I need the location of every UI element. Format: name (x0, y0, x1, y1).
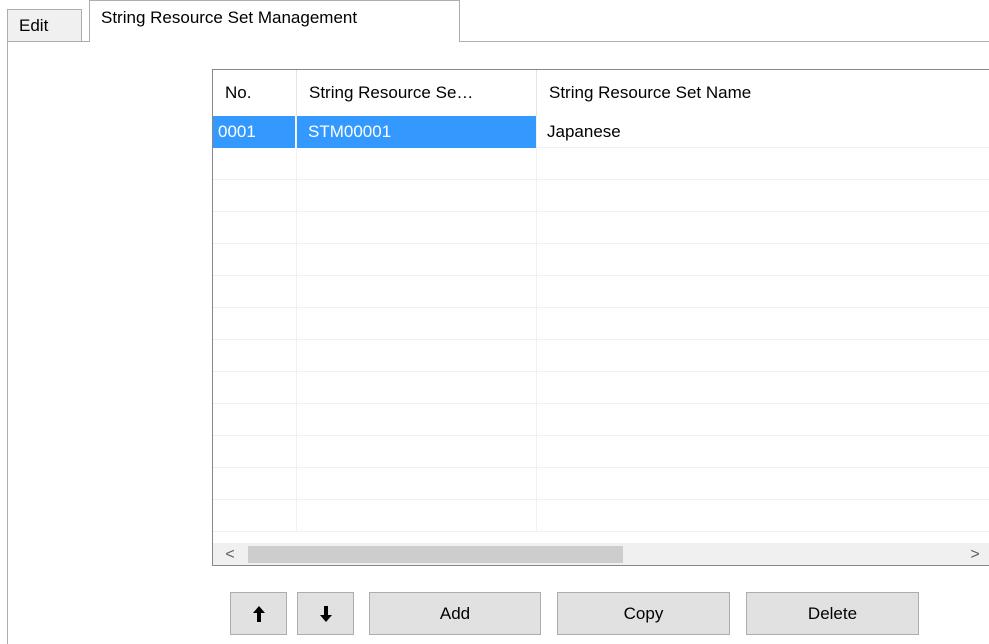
cell-empty (536, 148, 989, 180)
cell-empty (213, 468, 296, 500)
cell-empty (296, 340, 536, 372)
table-row[interactable] (213, 148, 989, 180)
table-row[interactable] (213, 404, 989, 436)
cell-empty (536, 500, 989, 532)
tab-strip: Edit String Resource Set Management (0, 0, 989, 42)
cell-empty (296, 180, 536, 212)
move-up-button[interactable] (230, 592, 287, 635)
arrow-up-icon (252, 606, 265, 622)
table-row[interactable] (213, 340, 989, 372)
cell-empty (536, 180, 989, 212)
cell-string-resource-set-name: Japanese (536, 116, 989, 148)
string-resource-set-grid[interactable]: No. String Resource Se… String Resource … (212, 69, 989, 566)
table-row[interactable] (213, 436, 989, 468)
cell-empty (213, 180, 296, 212)
cell-empty (536, 436, 989, 468)
cell-empty (213, 372, 296, 404)
tab-string-resource-set-management[interactable]: String Resource Set Management (89, 0, 460, 42)
cell-empty (296, 500, 536, 532)
table-row[interactable] (213, 500, 989, 532)
cell-empty (213, 244, 296, 276)
table-row[interactable] (213, 244, 989, 276)
cell-empty (296, 468, 536, 500)
scrollbar-thumb[interactable] (248, 546, 623, 563)
cell-empty (213, 308, 296, 340)
cell-empty (536, 372, 989, 404)
scroll-left-icon[interactable]: < (213, 543, 247, 565)
cell-empty (296, 244, 536, 276)
table-row[interactable] (213, 180, 989, 212)
cell-empty (296, 404, 536, 436)
copy-button[interactable]: Copy (557, 592, 730, 635)
column-header-string-resource-set-name[interactable]: String Resource Set Name (536, 70, 989, 116)
arrow-down-icon (319, 606, 332, 622)
table-row[interactable]: 0001 STM00001 Japanese (213, 116, 989, 148)
cell-string-resource-set-id: STM00001 (296, 116, 536, 148)
cell-empty (536, 276, 989, 308)
cell-empty (296, 372, 536, 404)
cell-empty (296, 212, 536, 244)
cell-empty (213, 148, 296, 180)
cell-empty (213, 340, 296, 372)
cell-empty (296, 436, 536, 468)
table-row[interactable] (213, 372, 989, 404)
cell-empty (213, 276, 296, 308)
table-row[interactable] (213, 276, 989, 308)
move-down-button[interactable] (297, 592, 354, 635)
table-row[interactable] (213, 468, 989, 500)
cell-empty (296, 308, 536, 340)
cell-empty (536, 404, 989, 436)
cell-no: 0001 (213, 116, 296, 148)
column-header-no[interactable]: No. (213, 70, 296, 116)
cell-empty (213, 404, 296, 436)
cell-empty (536, 244, 989, 276)
scroll-right-icon[interactable]: > (958, 543, 989, 565)
grid-header: No. String Resource Se… String Resource … (213, 70, 989, 116)
cell-empty (296, 148, 536, 180)
cell-empty (536, 468, 989, 500)
column-header-string-resource-set-id[interactable]: String Resource Se… (296, 70, 536, 116)
cell-empty (536, 308, 989, 340)
cell-empty (213, 212, 296, 244)
table-row[interactable] (213, 212, 989, 244)
cell-empty (536, 340, 989, 372)
tab-edit[interactable]: Edit (7, 9, 82, 41)
cell-empty (213, 500, 296, 532)
cell-empty (536, 212, 989, 244)
table-row[interactable] (213, 308, 989, 340)
horizontal-scrollbar[interactable]: < > (213, 543, 989, 565)
cell-empty (213, 436, 296, 468)
add-button[interactable]: Add (369, 592, 541, 635)
delete-button[interactable]: Delete (746, 592, 919, 635)
cell-empty (296, 276, 536, 308)
